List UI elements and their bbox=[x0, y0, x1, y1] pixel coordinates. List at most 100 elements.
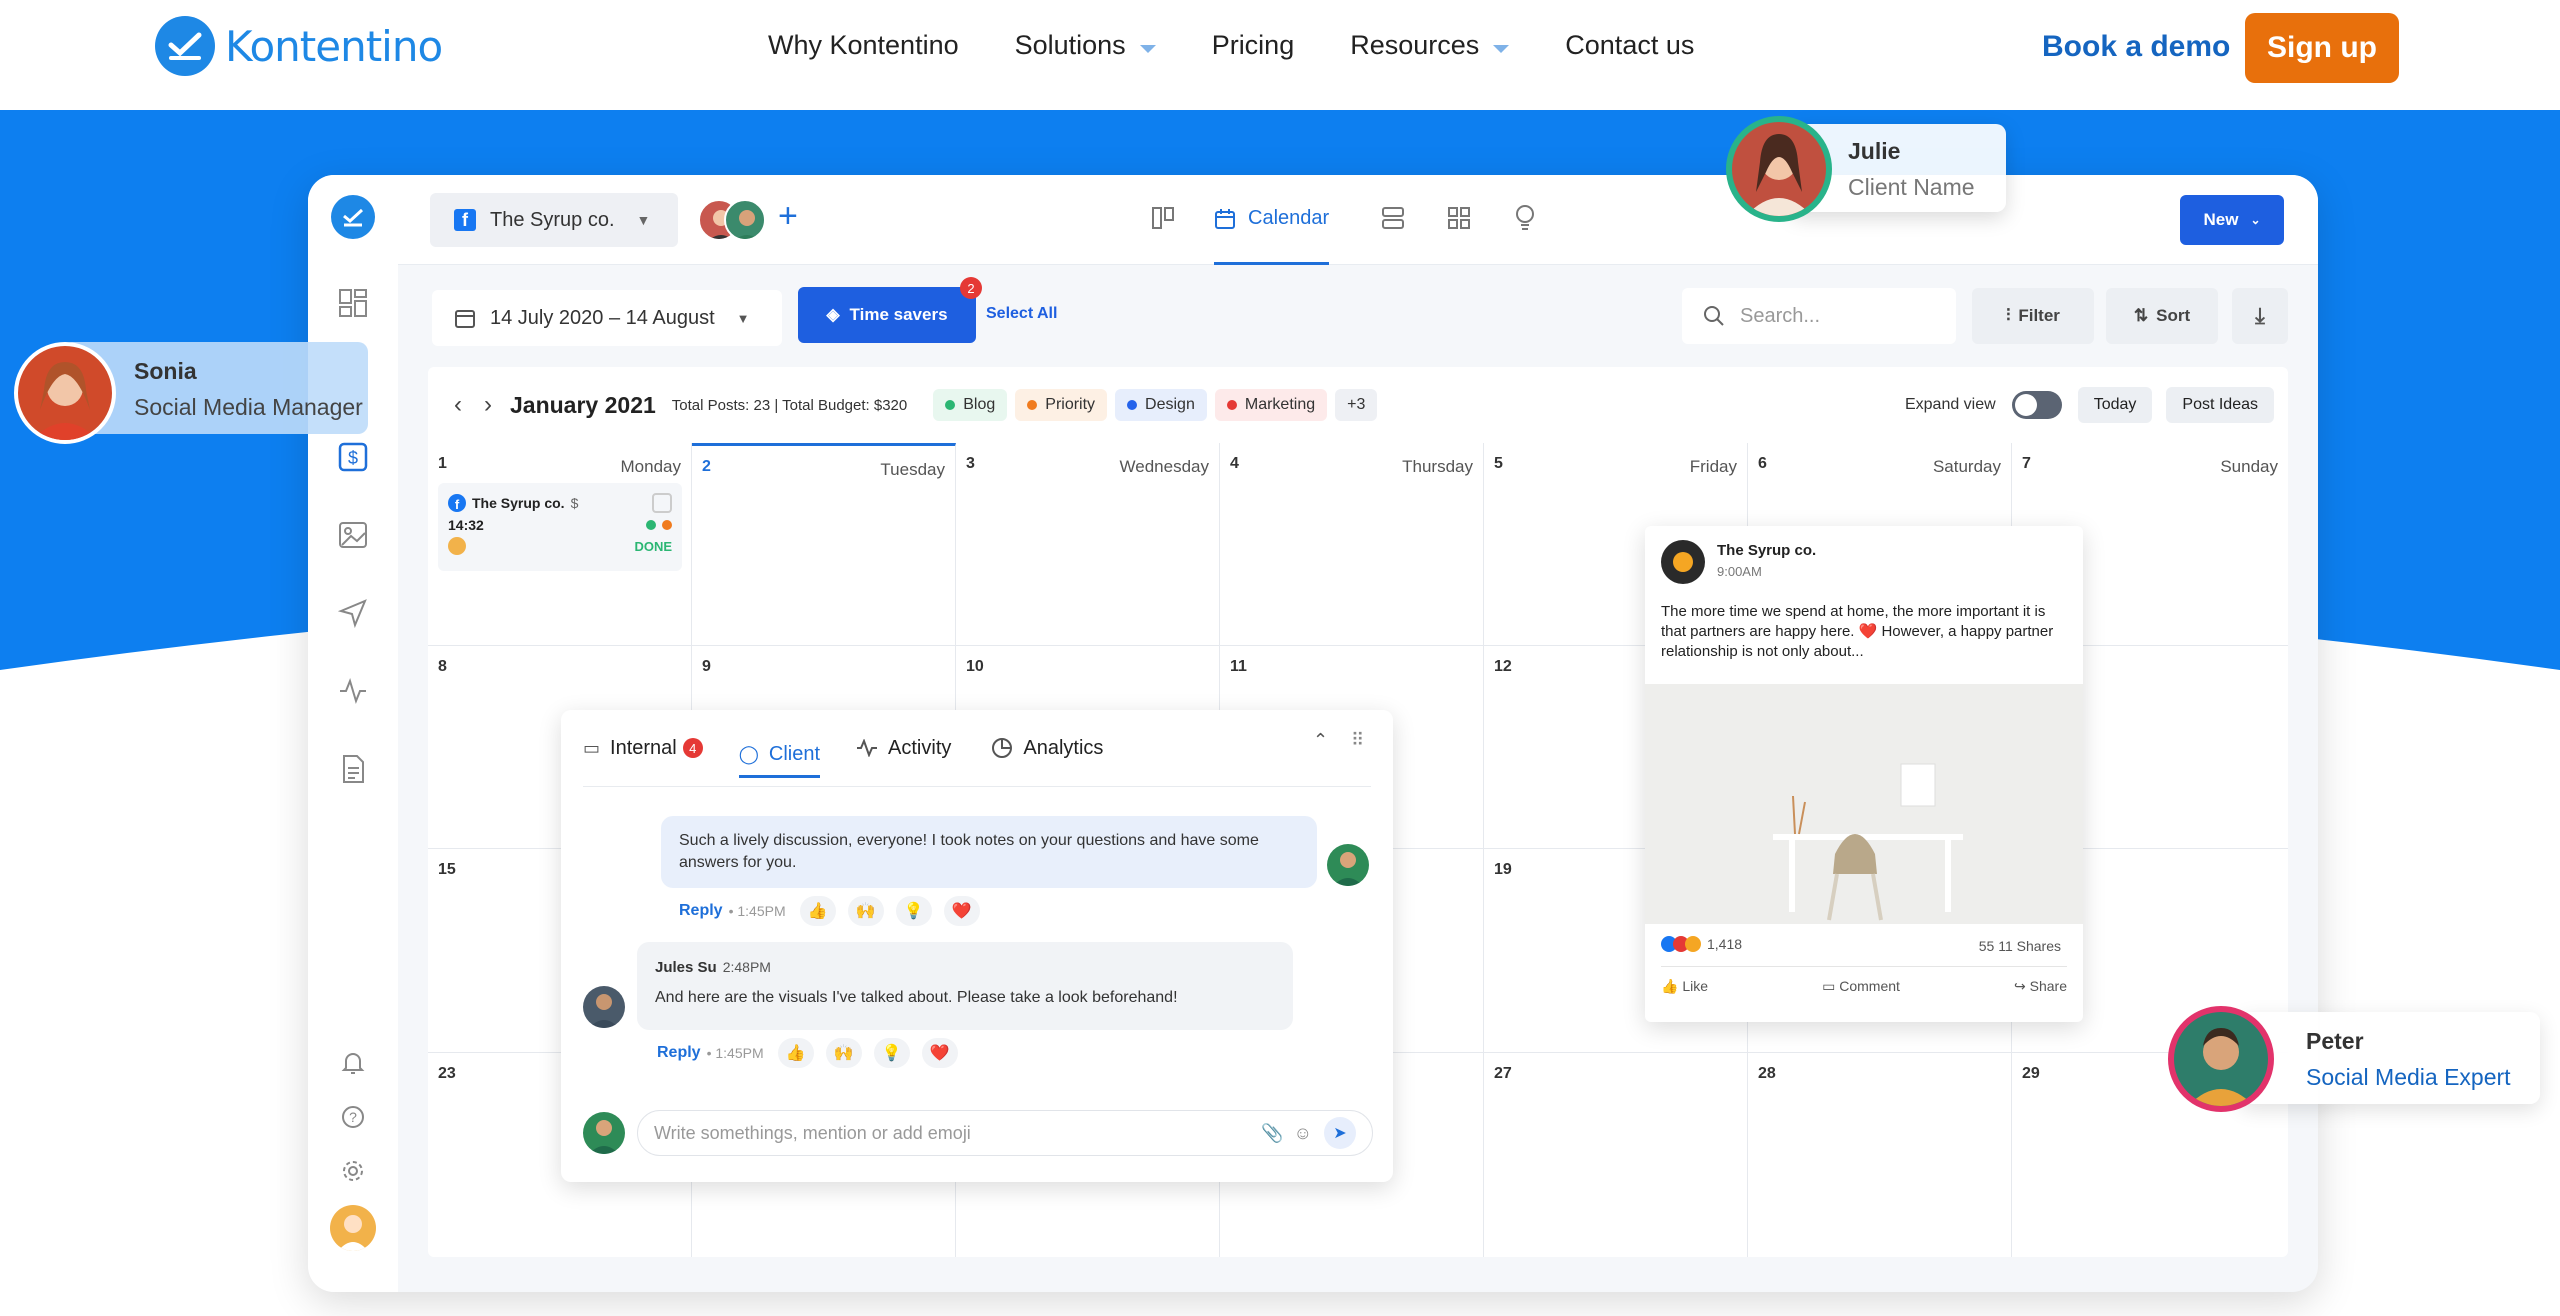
nav-solutions[interactable]: Solutions bbox=[1015, 30, 1156, 61]
date-range-picker[interactable]: 14 July 2020 – 14 August ▼ bbox=[432, 290, 782, 346]
team-avatar bbox=[724, 199, 766, 241]
post-ideas-button[interactable]: Post Ideas bbox=[2166, 387, 2274, 423]
page-selector[interactable]: f The Syrup co. ▼ bbox=[430, 193, 678, 247]
comment-button[interactable]: ▭ Comment bbox=[1822, 978, 1900, 995]
drag-handle-icon[interactable]: ⠿ bbox=[1351, 730, 1364, 751]
send-icon[interactable]: ➤ bbox=[1324, 1117, 1356, 1149]
message-bubble: Jules Su 2:48PM And here are the visuals … bbox=[637, 942, 1293, 1030]
tab-calendar[interactable]: Calendar bbox=[1214, 175, 1330, 265]
share-button[interactable]: ↪ Share bbox=[2014, 978, 2067, 995]
comment-input[interactable]: Write somethings, mention or add emoji 📎… bbox=[637, 1110, 1373, 1156]
internal-badge: 4 bbox=[682, 738, 703, 758]
calendar-icon bbox=[1215, 208, 1235, 229]
settings-gear-icon[interactable] bbox=[333, 1151, 373, 1191]
clap-icon[interactable]: 🙌 bbox=[847, 896, 884, 926]
media-icon[interactable] bbox=[333, 515, 373, 555]
document-icon[interactable] bbox=[333, 749, 373, 789]
share-label: Share bbox=[2029, 978, 2067, 994]
post-card[interactable]: f The Syrup co. $ 14:32 DONE bbox=[438, 483, 682, 571]
filter-button[interactable]: ⫶ Filter bbox=[1972, 288, 2094, 344]
bell-icon[interactable] bbox=[333, 1043, 373, 1083]
view-grid-icon[interactable] bbox=[1446, 205, 1472, 236]
search-input[interactable]: Search... bbox=[1682, 288, 1956, 344]
heart-icon[interactable]: ❤️ bbox=[921, 1038, 958, 1068]
more-labels[interactable]: +3 bbox=[1335, 389, 1378, 421]
expand-view-label: Expand view bbox=[1904, 396, 1996, 413]
site-header: Kontentino Why Kontentino Solutions Pric… bbox=[0, 0, 2560, 110]
ideas-lightbulb-icon[interactable] bbox=[1512, 203, 1538, 236]
dashboard-icon[interactable] bbox=[333, 283, 373, 323]
label-chip[interactable]: Blog bbox=[933, 389, 1008, 421]
day-cell[interactable]: 27 bbox=[1484, 1053, 1748, 1257]
label-chip[interactable]: Marketing bbox=[1214, 389, 1328, 421]
nav-contact[interactable]: Contact us bbox=[1565, 30, 1694, 61]
attach-icon[interactable]: 📎 bbox=[1261, 1123, 1283, 1144]
post-checkbox[interactable] bbox=[652, 493, 672, 513]
view-list-icon[interactable] bbox=[1380, 205, 1406, 236]
calendar-icon bbox=[455, 310, 475, 328]
day-cell[interactable]: 28 bbox=[1748, 1053, 2012, 1257]
sort-button[interactable]: ⇅ Sort bbox=[2106, 288, 2218, 344]
prev-month-icon[interactable]: ‹ bbox=[454, 391, 462, 419]
next-month-icon[interactable]: › bbox=[484, 391, 492, 419]
day-name: Sunday bbox=[2220, 457, 2278, 476]
reply-link[interactable]: Reply bbox=[657, 1044, 701, 1062]
idea-icon[interactable]: 💡 bbox=[873, 1038, 910, 1068]
tab-internal[interactable]: ▭ Internal 4 bbox=[583, 737, 703, 760]
nav-why[interactable]: Why Kontentino bbox=[768, 30, 959, 61]
send-icon[interactable] bbox=[333, 593, 373, 633]
idea-icon[interactable]: 💡 bbox=[895, 896, 932, 926]
book-demo-link[interactable]: Book a demo bbox=[2042, 30, 2230, 64]
label-chip[interactable]: Priority bbox=[1015, 389, 1108, 421]
tab-activity[interactable]: Activity bbox=[856, 737, 951, 760]
download-icon[interactable]: ⤓ bbox=[2232, 288, 2288, 344]
clap-icon[interactable]: 🙌 bbox=[825, 1038, 862, 1068]
view-board-icon[interactable] bbox=[1150, 205, 1176, 236]
day-cell[interactable]: 3 Wednesday bbox=[956, 443, 1220, 646]
new-button[interactable]: New ⌄ bbox=[2180, 195, 2284, 245]
message-bubble: Such a lively discussion, everyone! I to… bbox=[661, 816, 1317, 888]
day-number: 23 bbox=[438, 1065, 456, 1082]
month-title: January 2021 bbox=[510, 391, 656, 418]
emoji-icon[interactable]: ☺ bbox=[1294, 1123, 1312, 1144]
activity-icon[interactable] bbox=[333, 671, 373, 711]
day-number: 28 bbox=[1758, 1065, 1776, 1082]
like-label: Like bbox=[1682, 978, 1709, 994]
nav-pricing[interactable]: Pricing bbox=[1212, 30, 1295, 61]
post-currency: $ bbox=[570, 495, 579, 511]
budget-icon[interactable]: $ bbox=[333, 437, 373, 477]
heart-icon[interactable]: ❤️ bbox=[943, 896, 980, 926]
day-number: 19 bbox=[1494, 861, 1512, 878]
tab-analytics[interactable]: Analytics bbox=[991, 737, 1103, 760]
time-savers-badge: 2 bbox=[960, 277, 982, 299]
user-avatar[interactable] bbox=[330, 1205, 376, 1251]
day-cell[interactable]: 4 Thursday bbox=[1220, 443, 1484, 646]
label-name: Design bbox=[1145, 396, 1195, 413]
tab-client-label: Client bbox=[768, 743, 821, 765]
thumbs-up-icon[interactable]: 👍 bbox=[777, 1038, 814, 1068]
thumbs-up-icon[interactable]: 👍 bbox=[799, 896, 836, 926]
day-cell[interactable]: 2 Tuesday bbox=[692, 443, 956, 646]
select-all-link[interactable]: Select All bbox=[986, 305, 1057, 323]
month-stats: Total Posts: 23 | Total Budget: $320 bbox=[671, 396, 908, 414]
add-member-icon[interactable]: + bbox=[778, 197, 798, 236]
logo-text: Kontentino bbox=[225, 21, 443, 71]
collapse-icon[interactable]: ⌃ bbox=[1313, 730, 1328, 751]
help-icon[interactable]: ? bbox=[333, 1097, 373, 1137]
signup-button[interactable]: Sign up bbox=[2245, 13, 2399, 83]
nav-resources[interactable]: Resources bbox=[1350, 30, 1510, 61]
expand-view-toggle[interactable] bbox=[2011, 391, 2062, 419]
page-avatar bbox=[1661, 540, 1705, 584]
desk-chair-illustration bbox=[1645, 684, 2083, 924]
label-chip[interactable]: Design bbox=[1115, 389, 1207, 421]
today-button[interactable]: Today bbox=[2077, 387, 2153, 423]
page-selector-label: The Syrup co. bbox=[490, 208, 615, 231]
time-savers-button[interactable]: ◈ Time savers bbox=[798, 287, 976, 343]
logo[interactable]: Kontentino bbox=[155, 16, 443, 76]
haha-reaction-icon bbox=[1685, 936, 1701, 952]
app-logo-icon[interactable] bbox=[331, 195, 375, 239]
tab-client[interactable]: ◯ Client bbox=[738, 718, 821, 778]
tabs-divider bbox=[583, 786, 1371, 787]
reply-link[interactable]: Reply bbox=[679, 902, 723, 920]
like-button[interactable]: 👍 Like bbox=[1661, 978, 1708, 995]
